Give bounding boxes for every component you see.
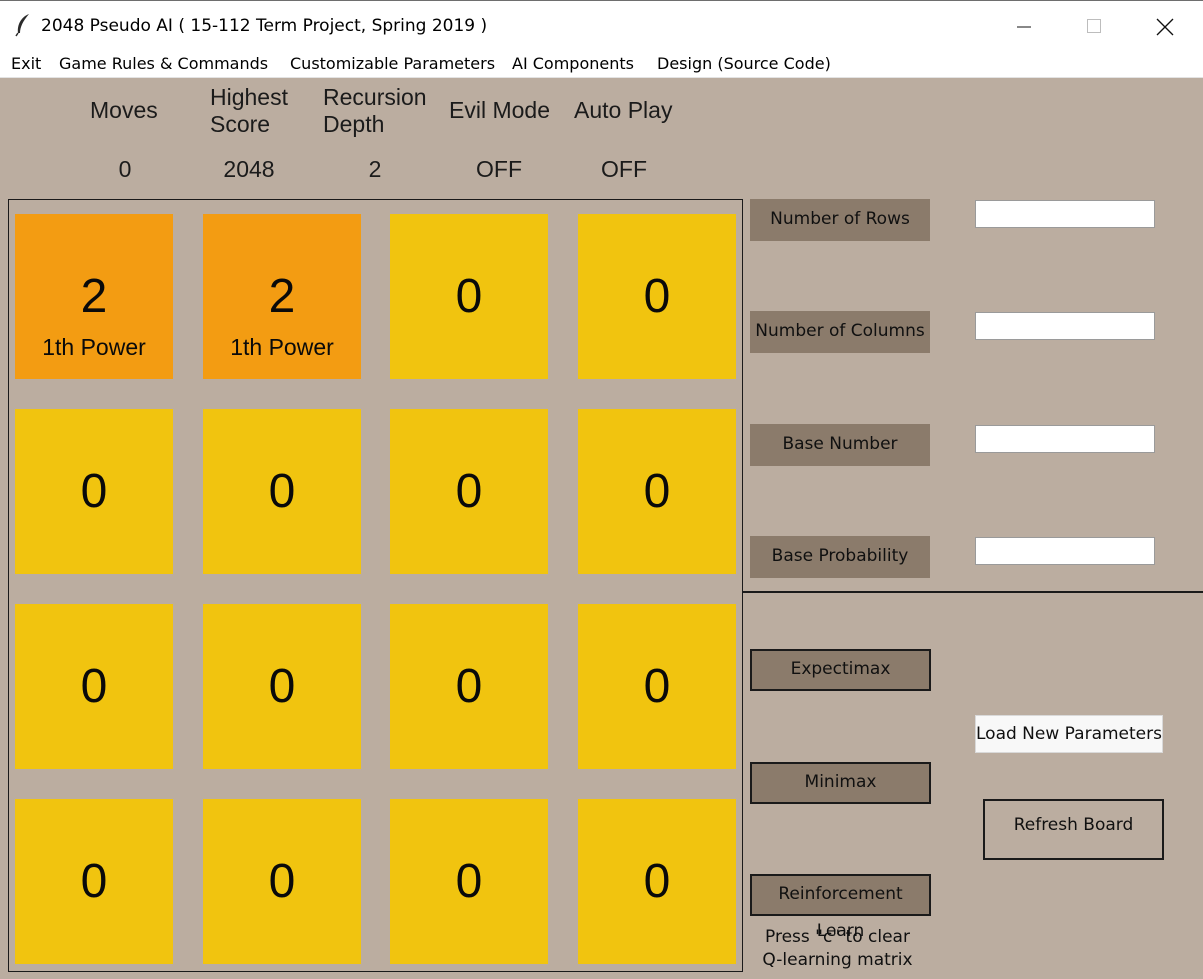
refresh-board-button[interactable]: Refresh Board (983, 799, 1164, 860)
tile-value: 2 (268, 270, 296, 323)
recursion-depth-label: Recursion Depth (323, 84, 427, 138)
tile-value: 0 (80, 660, 108, 713)
tile-value: 0 (268, 660, 296, 713)
menu-game-rules[interactable]: Game Rules & Commands (59, 54, 268, 73)
highest-score-label-line1: Highest (210, 84, 288, 110)
minimize-icon (1017, 26, 1031, 28)
tile-value: 0 (80, 855, 108, 908)
auto-play-label: Auto Play (574, 97, 673, 123)
tile-value: 0 (455, 660, 483, 713)
auto-play-value: OFF (601, 156, 647, 182)
maximize-icon (1087, 19, 1101, 33)
base-number-button[interactable]: Base Number (750, 424, 930, 466)
q-learning-hint-line1: Press "c" to clear (765, 927, 910, 947)
q-learning-hint: Press "c" to clear Q-learning matrix (745, 926, 930, 972)
expectimax-button[interactable]: Expectimax (750, 649, 931, 691)
feather-icon (15, 14, 29, 37)
tile-value: 0 (268, 855, 296, 908)
tile: 0 (578, 799, 736, 964)
tile: 2 1th Power (203, 214, 361, 379)
number-of-columns-button[interactable]: Number of Columns (750, 311, 930, 353)
tile-value: 0 (455, 270, 483, 323)
close-icon (1156, 18, 1174, 36)
highest-score-label-line2: Score (210, 111, 271, 137)
recursion-depth-label-line1: Recursion (323, 84, 427, 110)
tile: 0 (15, 409, 173, 574)
tile: 0 (578, 409, 736, 574)
reinforcement-learn-button[interactable]: Reinforcement Learn (750, 874, 931, 941)
game-board[interactable]: 2 1th Power 2 1th Power 0 0 0 0 0 0 0 0 … (8, 199, 743, 972)
menu-bar: Exit Game Rules & Commands Customizable … (0, 52, 1203, 78)
tile: 2 1th Power (15, 214, 173, 379)
window-title: 2048 Pseudo AI ( 15-112 Term Project, Sp… (41, 16, 488, 36)
tile: 0 (203, 604, 361, 769)
base-probability-input[interactable] (975, 537, 1155, 565)
moves-label: Moves (90, 97, 158, 123)
title-bar: 2048 Pseudo AI ( 15-112 Term Project, Sp… (0, 0, 1203, 52)
highest-score-label: Highest Score (210, 84, 288, 138)
tile-value: 0 (643, 465, 671, 518)
minimax-button[interactable]: Minimax (750, 762, 931, 804)
tile-value: 0 (643, 660, 671, 713)
tile: 0 (203, 799, 361, 964)
tile: 0 (390, 799, 548, 964)
tile-power-label: 1th Power (42, 334, 146, 360)
menu-ai-components[interactable]: AI Components (512, 54, 634, 73)
number-of-rows-button[interactable]: Number of Rows (750, 199, 930, 241)
menu-design[interactable]: Design (Source Code) (657, 54, 831, 73)
number-of-columns-input[interactable] (975, 312, 1155, 340)
q-learning-hint-line2: Q-learning matrix (762, 950, 913, 970)
tile: 0 (203, 409, 361, 574)
maximize-button[interactable] (1060, 1, 1130, 51)
minimize-button[interactable] (990, 1, 1060, 51)
base-probability-button[interactable]: Base Probability (750, 536, 930, 578)
moves-value: 0 (118, 156, 132, 182)
recursion-depth-value: 2 (368, 156, 382, 182)
tile-power-label: 1th Power (230, 334, 334, 360)
tile-value: 0 (455, 855, 483, 908)
tile: 0 (390, 214, 548, 379)
panel-divider (743, 591, 1203, 593)
load-new-parameters-button[interactable]: Load New Parameters (975, 715, 1163, 753)
tile: 0 (390, 409, 548, 574)
evil-mode-label: Evil Mode (449, 97, 550, 123)
recursion-depth-label-line2: Depth (323, 111, 385, 137)
menu-customizable-parameters[interactable]: Customizable Parameters (290, 54, 495, 73)
tile-value: 0 (643, 270, 671, 323)
tile: 0 (15, 604, 173, 769)
evil-mode-value: OFF (476, 156, 522, 182)
tile: 0 (390, 604, 548, 769)
tile-value: 0 (80, 465, 108, 518)
tile: 0 (578, 604, 736, 769)
base-number-input[interactable] (975, 425, 1155, 453)
tile-value: 2 (80, 270, 108, 323)
tile-value: 0 (268, 465, 296, 518)
tile: 0 (578, 214, 736, 379)
tile-value: 0 (643, 855, 671, 908)
tile: 0 (15, 799, 173, 964)
highest-score-value: 2048 (223, 156, 275, 182)
close-button[interactable] (1130, 1, 1200, 51)
tile-value: 0 (455, 465, 483, 518)
number-of-rows-input[interactable] (975, 200, 1155, 228)
menu-exit[interactable]: Exit (11, 54, 41, 73)
